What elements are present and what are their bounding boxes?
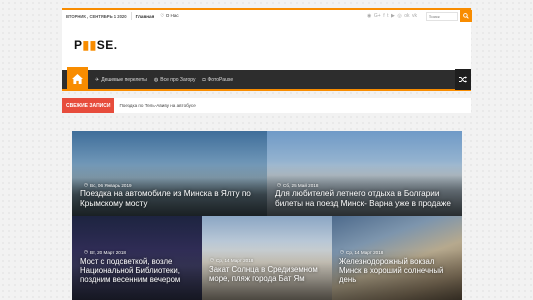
nav-item-zagora[interactable]: ◍ Все про Загору [154,77,196,83]
site-logo[interactable]: P▮▮SE. [74,38,118,52]
vk-icon[interactable]: vk [412,13,417,19]
post-title[interactable]: Закат Солнца в Средиземном море, пляж го… [209,265,329,283]
youtube-icon[interactable]: ▶ [391,13,395,19]
breaking-news-link[interactable]: Поездка по Тель-Авиву на автобусе [119,103,195,108]
logo-text-start: P [74,38,83,52]
shuffle-icon [459,76,467,83]
site-header: P▮▮SE. [62,22,471,70]
nav-item-label: ФотоPause [207,76,234,83]
logo-text-end: SE. [96,38,118,52]
top-link-home[interactable]: Главная [136,14,155,19]
post-date: ◷ Сб, 25 Май 2018 [277,182,318,188]
featured-post[interactable]: ◷ Вс, 06 Январь 2019 Поездка на автомобил… [72,131,267,216]
post-title[interactable]: Для любителей летнего отдыха в Болгарии … [275,189,459,208]
nav-item-label: Дешевые перелеты [101,76,147,83]
featured-post[interactable]: ◷ Ср, 14 Март 2018 Закат Солнца в Средизе… [202,216,332,300]
rss-icon[interactable]: ◉ [367,13,371,19]
main-nav: ✈ Дешевые перелеты ◍ Все про Загору ◘ ФотоP… [62,67,471,91]
search-input[interactable] [425,11,458,21]
breaking-news-bar: Свежие записи Поездка по Тель-Авиву на а… [62,98,471,113]
post-date: ◷ Вс, 06 Январь 2019 [84,182,132,188]
nav-item-photopause[interactable]: ◘ ФотоPause [202,77,233,83]
random-post-button[interactable] [455,69,471,90]
facebook-icon[interactable]: f [383,13,384,19]
clock-icon: ◷ [277,182,282,187]
globe-icon: ◍ [153,76,159,83]
featured-post[interactable]: ◷ Вт, 20 Март 2018 Мост с подсветкой, воз… [72,216,202,300]
breaking-news-label: Свежие записи [62,98,115,113]
nav-item-label: Все про Загору [160,76,196,83]
post-date-text: Вс, 06 Январь 2019 [90,182,132,188]
heart-icon: ♡ [160,13,165,18]
post-date: ◷ Вт, 20 Март 2018 [84,249,126,255]
featured-post[interactable]: ◷ Сб, 25 Май 2018 Для любителей летнего о… [267,131,462,216]
camera-icon: ◘ [202,76,206,83]
clock-icon: ◷ [210,257,215,262]
clock-icon: ◷ [84,249,89,254]
twitter-icon[interactable]: t [387,13,388,19]
page-wrapper: ВТОРНИК , СЕНТЯБРЬ 1 2020 Главная ♡ О На… [62,0,472,300]
post-title[interactable]: Мост с подсветкой, возле Национальной Би… [80,257,200,285]
nav-home-button[interactable] [67,67,88,90]
search-button[interactable] [460,10,472,22]
post-date: ◷ Ср, 14 Март 2018 [210,257,253,263]
post-date-text: Сб, 25 Май 2018 [283,182,319,188]
clock-icon: ◷ [340,249,345,254]
logo-accent: ▮▮ [82,38,97,52]
post-title[interactable]: Поездка на автомобиле из Минска в Ялту п… [80,189,260,208]
top-link-about[interactable]: ♡ О Нас [160,13,178,19]
social-links: ◉ G+ f t ▶ ◎ ok vk [367,10,472,22]
google-plus-icon[interactable]: G+ [374,13,381,19]
instagram-icon[interactable]: ◎ [397,13,401,19]
divider [130,12,132,20]
home-icon [72,73,83,84]
plane-icon: ✈ [95,76,100,83]
top-link-about-label: О Нас [165,13,179,18]
search-icon [463,13,469,19]
featured-post[interactable]: ◷ Ср, 14 Март 2018 Железнодорожный вокзал… [332,216,462,300]
post-date-text: Ср, 14 Март 2018 [346,249,384,255]
odnoklassniki-icon[interactable]: ok [404,13,409,19]
post-date-text: Ср, 14 Март 2018 [216,257,254,263]
post-date: ◷ Ср, 14 Март 2018 [340,249,383,255]
clock-icon: ◷ [84,182,89,187]
nav-item-flights[interactable]: ✈ Дешевые перелеты [95,77,147,83]
post-date-text: Вт, 20 Март 2018 [90,249,126,255]
post-title[interactable]: Железнодорожный вокзал Минск в хороший с… [339,257,459,285]
top-bar: ВТОРНИК , СЕНТЯБРЬ 1 2020 Главная ♡ О На… [62,8,472,22]
current-date: ВТОРНИК , СЕНТЯБРЬ 1 2020 [66,13,127,19]
